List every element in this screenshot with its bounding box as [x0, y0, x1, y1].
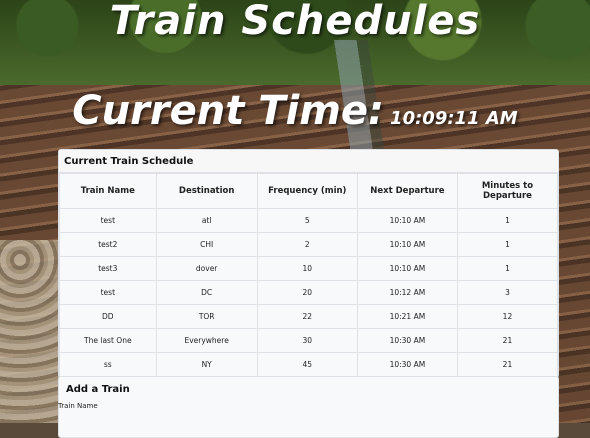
train-name-label: Train Name — [58, 402, 98, 410]
cell-train-name: ss — [59, 352, 157, 377]
column-header-destination: Destination — [155, 173, 258, 209]
cell-destination: dover — [155, 256, 258, 281]
add-train-card: Add a Train Train Name — [58, 376, 559, 438]
cell-train-name: test — [59, 280, 157, 305]
schedule-card: Current Train Schedule Train Name Destin… — [58, 149, 559, 378]
column-header-next-departure: Next Departure — [356, 173, 458, 209]
cell-next-departure: 10:21 AM — [356, 304, 458, 329]
cell-frequency: 22 — [256, 304, 358, 329]
cell-frequency: 2 — [256, 232, 358, 257]
page-title: Train Schedules — [109, 0, 481, 44]
column-header-minutes-to-departure: Minutes to Departure — [456, 173, 559, 209]
column-header-frequency: Frequency (min) — [256, 173, 358, 209]
schedule-table-body: test atl 5 10:10 AM 1 test2 CHI 2 10:10 AM 1 test3… — [59, 208, 559, 377]
cell-minutes-to-departure: 1 — [456, 208, 559, 233]
cell-next-departure: 10:10 AM — [356, 232, 458, 257]
schedule-card-title: Current Train Schedule — [59, 150, 558, 173]
cell-destination: NY — [155, 352, 258, 377]
table-row: test3 dover 10 10:10 AM 1 — [59, 256, 559, 281]
cell-destination: DC — [155, 280, 258, 305]
cell-frequency: 5 — [256, 208, 358, 233]
cell-minutes-to-departure: 1 — [456, 232, 559, 257]
cell-next-departure: 10:30 AM — [356, 352, 458, 377]
cell-destination: Everywhere — [155, 328, 258, 353]
current-time-value: 10:09:11 AM — [390, 108, 518, 129]
cell-train-name: test — [59, 208, 157, 233]
cell-frequency: 30 — [256, 328, 358, 353]
cell-next-departure: 10:12 AM — [356, 280, 458, 305]
cell-next-departure: 10:10 AM — [356, 256, 458, 281]
cell-destination: atl — [155, 208, 258, 233]
cell-frequency: 45 — [256, 352, 358, 377]
current-time-label: Current Time: — [72, 88, 385, 134]
cell-minutes-to-departure: 1 — [456, 256, 559, 281]
cell-train-name: test2 — [59, 232, 157, 257]
cell-frequency: 20 — [256, 280, 358, 305]
cell-train-name: DD — [59, 304, 157, 329]
cell-frequency: 10 — [256, 256, 358, 281]
cell-minutes-to-departure: 21 — [456, 328, 559, 353]
add-train-title: Add a Train — [66, 384, 130, 395]
cell-minutes-to-departure: 12 — [456, 304, 559, 329]
cell-minutes-to-departure: 3 — [456, 280, 559, 305]
cell-next-departure: 10:10 AM — [356, 208, 458, 233]
cell-train-name: The last One — [59, 328, 157, 353]
table-row: The last One Everywhere 30 10:30 AM 21 — [59, 328, 559, 353]
current-time-heading: Current Time: 10:09:11 AM — [0, 88, 590, 134]
column-header-train-name: Train Name — [59, 173, 157, 209]
table-row: test2 CHI 2 10:10 AM 1 — [59, 232, 559, 257]
cell-minutes-to-departure: 21 — [456, 352, 559, 377]
schedule-table: Train Name Destination Frequency (min) N… — [59, 173, 559, 377]
table-row: DD TOR 22 10:21 AM 12 — [59, 304, 559, 329]
table-row: ss NY 45 10:30 AM 21 — [59, 352, 559, 377]
table-row: test DC 20 10:12 AM 3 — [59, 280, 559, 305]
cell-destination: TOR — [155, 304, 258, 329]
cell-next-departure: 10:30 AM — [356, 328, 458, 353]
cell-destination: CHI — [155, 232, 258, 257]
table-header-row: Train Name Destination Frequency (min) N… — [59, 173, 559, 209]
cell-train-name: test3 — [59, 256, 157, 281]
table-row: test atl 5 10:10 AM 1 — [59, 208, 559, 233]
